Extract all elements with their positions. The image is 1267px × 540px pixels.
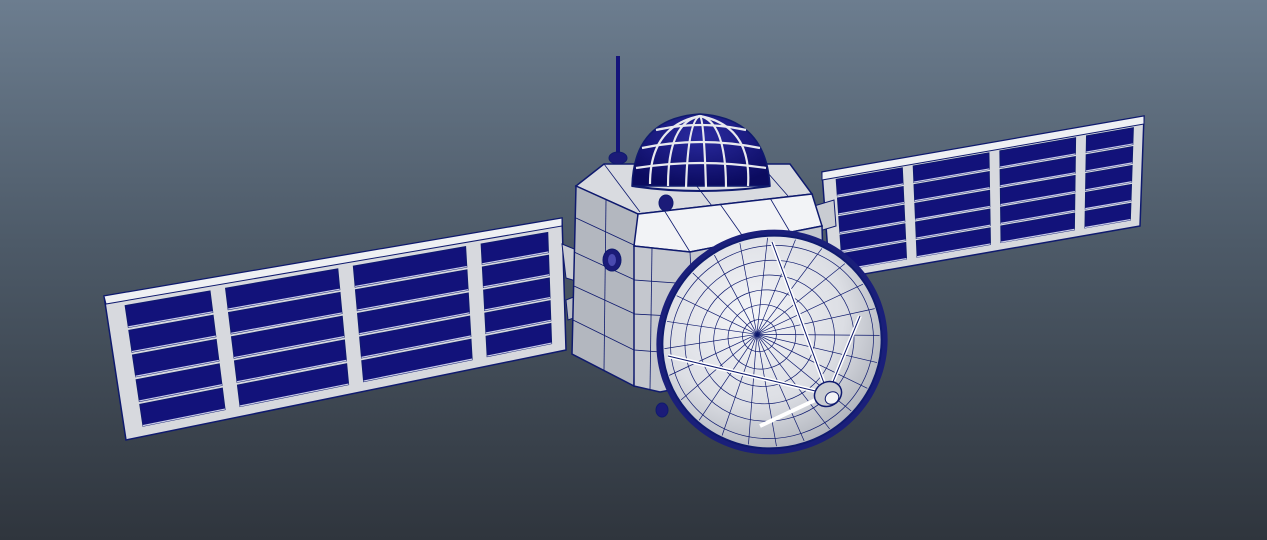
- satellite-model[interactable]: [0, 0, 1267, 540]
- antenna-mast: [608, 56, 628, 165]
- left-solar-panel: [103, 217, 567, 441]
- 3d-viewport[interactable]: [0, 0, 1267, 540]
- thruster-bottom: [655, 402, 669, 418]
- right-solar-panel: [821, 115, 1145, 281]
- thruster-left: [602, 248, 622, 272]
- sensor-dome: [631, 113, 771, 192]
- thruster-top: [658, 194, 674, 212]
